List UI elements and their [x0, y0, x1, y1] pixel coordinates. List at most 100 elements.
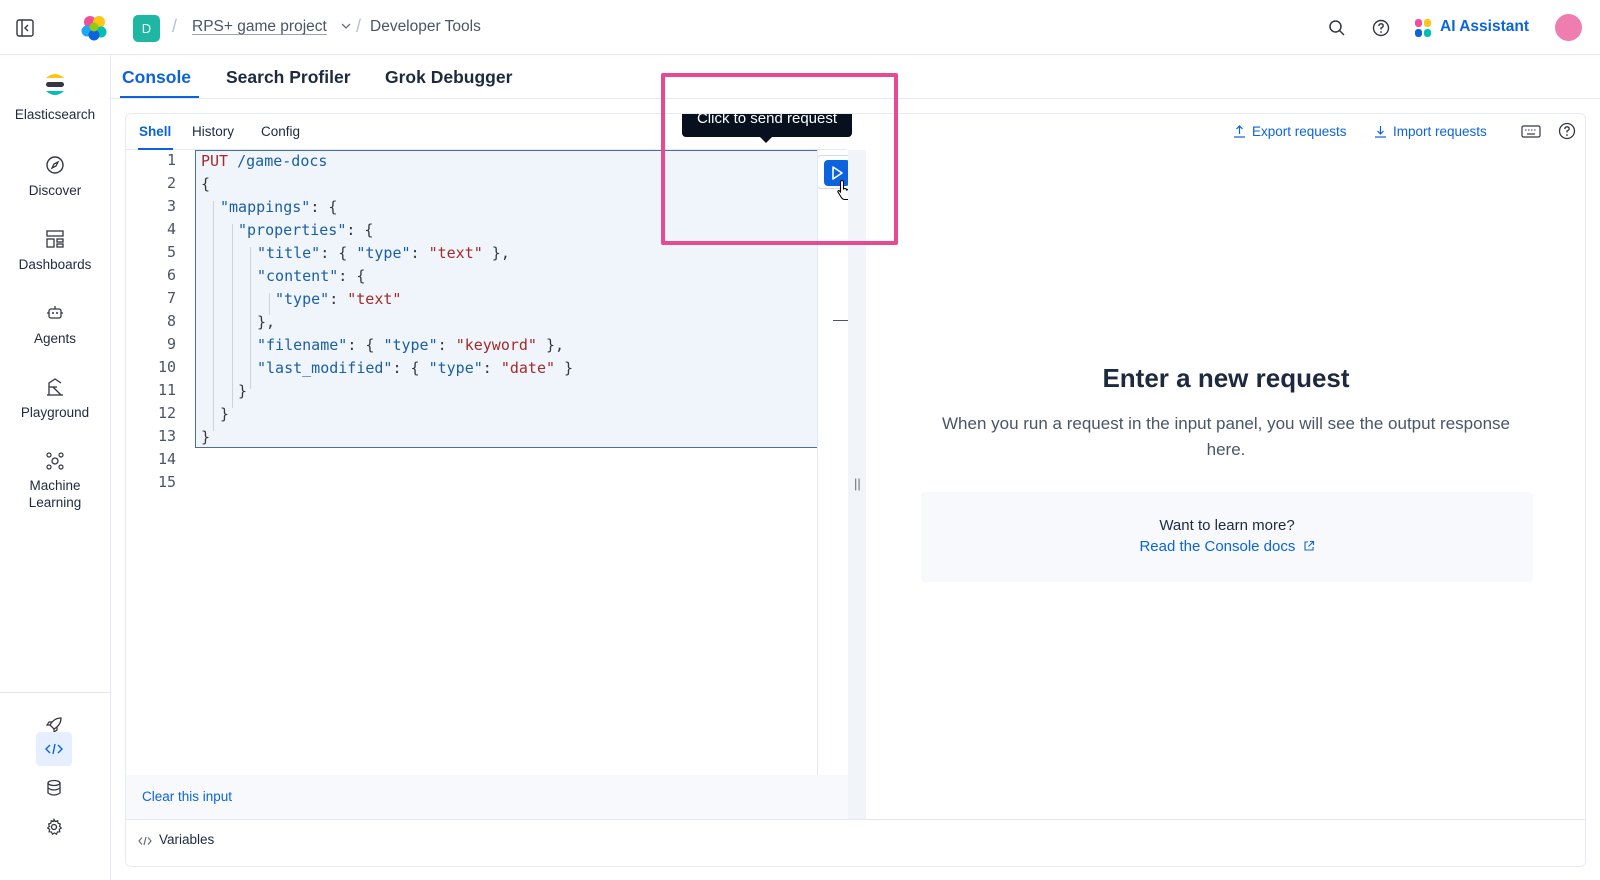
console-docs-link[interactable]: Read the Console docs: [921, 538, 1533, 555]
nav-developer-tools[interactable]: [36, 732, 72, 766]
nav-dashboards[interactable]: Dashboards: [0, 229, 110, 272]
line-number: 11: [157, 381, 176, 399]
subtab-shell[interactable]: Shell: [139, 124, 171, 139]
json-key: "type": [356, 244, 411, 262]
nav-label: Elasticsearch: [14, 107, 96, 122]
indent-guide: [213, 201, 214, 431]
code-line-13: }: [201, 428, 211, 446]
indent-guide: [269, 293, 270, 315]
keyboard-icon[interactable]: [1521, 123, 1541, 139]
nav-elasticsearch[interactable]: Elasticsearch: [0, 71, 110, 122]
machine-learning-icon: [46, 452, 64, 470]
line-number: 4: [166, 220, 176, 238]
elasticsearch-logo-icon: [46, 74, 64, 95]
database-icon: [47, 779, 61, 796]
dashboard-icon: [46, 230, 64, 248]
code-line-9: "filename": { "type": "keyword" },: [257, 336, 565, 354]
nav-data-management[interactable]: [36, 771, 72, 805]
import-requests-link[interactable]: Import requests: [1374, 124, 1487, 139]
nav-playground[interactable]: Playground: [0, 377, 110, 420]
nav-divider: [0, 692, 110, 693]
playground-icon: [47, 378, 63, 396]
json-key: "filename": [257, 336, 348, 354]
code-line-4: "properties": {: [238, 221, 374, 239]
code-line-1: PUT /game-docs: [201, 152, 327, 170]
code-line-6: "content": {: [257, 267, 366, 285]
export-requests-link[interactable]: Export requests: [1233, 124, 1347, 139]
robot-icon: [47, 306, 63, 319]
panel-resizer[interactable]: ||: [848, 150, 866, 819]
nav-label: Discover: [28, 183, 82, 198]
subtab-config[interactable]: Config: [261, 124, 300, 139]
search-icon[interactable]: [1328, 19, 1346, 37]
nav-label: Dashboards: [18, 257, 92, 272]
json-key: "type": [383, 336, 438, 354]
export-requests-label: Export requests: [1252, 124, 1347, 139]
code-icon: [138, 836, 152, 846]
scroll-marker: [833, 320, 849, 321]
tab-grok-debugger[interactable]: Grok Debugger: [385, 67, 512, 88]
empty-output-title: Enter a new request: [1102, 363, 1350, 393]
line-number: 9: [166, 335, 176, 353]
line-number: 10: [157, 358, 176, 376]
code-line-10: "last_modified": { "type": "date" }: [257, 359, 574, 377]
chevron-down-icon[interactable]: [340, 20, 352, 32]
side-navigation: Elasticsearch Discover Dashboards Agents…: [0, 55, 111, 880]
json-value: "date": [500, 359, 556, 377]
code-line-2: {: [201, 175, 211, 193]
tab-console[interactable]: Console: [122, 67, 191, 88]
code-line-11: }: [238, 382, 248, 400]
editor-footer: Clear this input: [126, 775, 848, 819]
line-number: 15: [157, 473, 176, 491]
download-icon: [1375, 126, 1386, 138]
request-path: /game-docs: [237, 152, 328, 170]
json-key: "content": [257, 267, 339, 285]
ai-assistant-button[interactable]: AI Assistant: [1440, 18, 1529, 36]
elastic-logo-icon[interactable]: [80, 14, 108, 42]
line-number: 1: [166, 151, 176, 169]
annotation-highlight-box: [661, 73, 898, 245]
json-key: "last_modified": [257, 359, 393, 377]
line-number: 6: [166, 266, 176, 284]
line-number: 7: [166, 289, 176, 307]
space-avatar[interactable]: D: [133, 15, 160, 42]
line-number: 14: [157, 450, 176, 468]
sidebar-toggle-icon[interactable]: [14, 17, 36, 39]
json-key: "mappings": [220, 198, 311, 216]
ai-assistant-icon[interactable]: [1414, 18, 1432, 38]
http-method: PUT: [201, 152, 229, 170]
gear-icon: [46, 818, 63, 836]
learn-more-box: Want to learn more? Read the Console doc…: [921, 492, 1533, 582]
breadcrumb-current: Developer Tools: [370, 18, 481, 35]
help-icon[interactable]: [1372, 19, 1390, 37]
subtab-history[interactable]: History: [192, 124, 234, 139]
output-panel: Enter a new request When you run a reque…: [866, 150, 1585, 819]
project-selector[interactable]: RPS+ game project: [192, 18, 327, 36]
clear-input-button[interactable]: Clear this input: [142, 789, 232, 804]
nav-settings[interactable]: [36, 810, 72, 844]
json-value: "text": [347, 290, 402, 308]
help-icon[interactable]: [1558, 122, 1576, 140]
tab-search-profiler[interactable]: Search Profiler: [226, 67, 351, 88]
indent-guide: [250, 247, 251, 389]
code-line-8: },: [257, 313, 276, 331]
nav-machine-learning[interactable]: Machine Learning: [0, 451, 110, 511]
compass-icon: [46, 156, 64, 174]
nav-agents[interactable]: Agents: [0, 303, 110, 346]
line-number: 12: [157, 404, 176, 422]
breadcrumb-separator: /: [172, 16, 178, 36]
json-key: "type": [275, 290, 330, 308]
nav-label: Agents: [33, 331, 77, 346]
json-key: "properties": [238, 221, 347, 239]
variables-label: Variables: [159, 832, 215, 847]
nav-discover[interactable]: Discover: [0, 155, 110, 198]
indent-guide: [232, 224, 233, 408]
user-avatar[interactable]: [1555, 14, 1582, 41]
json-key: "type": [428, 359, 483, 377]
json-value: "text": [428, 244, 483, 262]
empty-output-description: When you run a request in the input pane…: [942, 414, 1510, 459]
line-number: 8: [166, 312, 176, 330]
top-header: D / RPS+ game project / Developer Tools …: [0, 0, 1600, 55]
variables-bar[interactable]: Variables: [126, 819, 1585, 866]
line-number: 3: [166, 197, 176, 215]
